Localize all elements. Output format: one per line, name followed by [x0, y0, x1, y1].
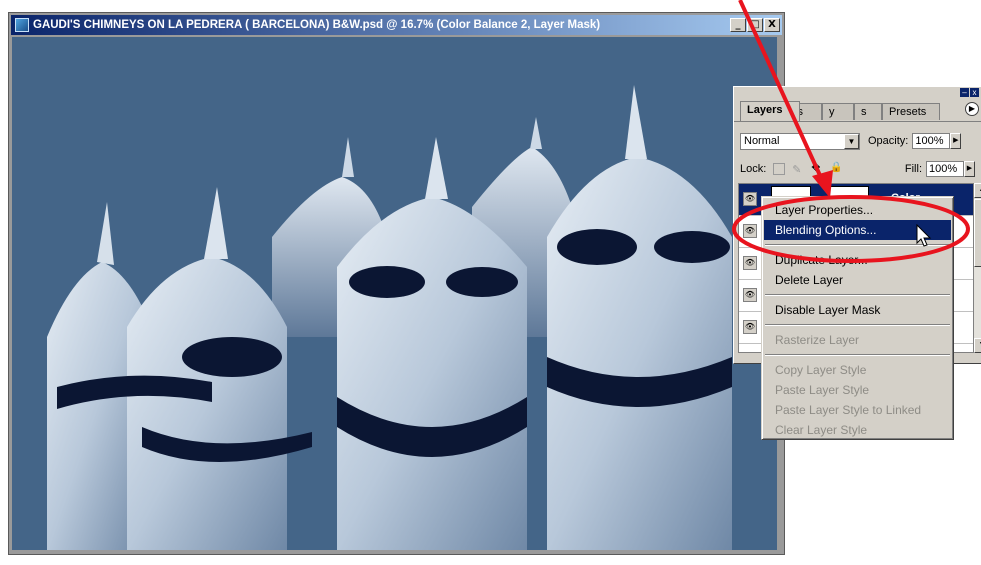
blend-mode-value: Normal	[744, 135, 780, 147]
menu-separator	[765, 324, 950, 326]
menu-item-disable-layer-mask[interactable]: Disable Layer Mask	[764, 300, 951, 320]
eye-icon[interactable]: 👁	[743, 320, 757, 334]
arrow-cursor-icon	[916, 224, 932, 247]
move-icon[interactable]: ✥	[811, 163, 823, 175]
fill-input[interactable]: 100%	[926, 161, 964, 177]
document-window[interactable]: GAUDI'S CHIMNEYS ON LA PEDRERA ( BARCELO…	[8, 12, 785, 555]
menu-item-layer-properties[interactable]: Layer Properties...	[764, 200, 951, 220]
chimneys-photo	[12, 37, 777, 550]
eye-icon[interactable]: 👁	[743, 288, 757, 302]
fill-arrow-icon[interactable]: ▶	[964, 161, 975, 177]
minimize-icon[interactable]: _	[730, 18, 746, 32]
chevron-down-icon[interactable]: ▼	[844, 133, 859, 149]
opacity-arrow-icon[interactable]: ▶	[950, 133, 962, 149]
palette-close-icon[interactable]: x	[970, 88, 979, 97]
tab-actions[interactable]: s	[854, 103, 882, 120]
lock-brush-icon[interactable]: ✎	[792, 163, 804, 176]
menu-separator	[765, 354, 950, 356]
menu-separator	[765, 294, 950, 296]
menu-item-clear-layer-style: Clear Layer Style	[775, 423, 868, 437]
palette-tabs: Layers els y s Presets ▶	[734, 99, 981, 122]
maximize-icon[interactable]: □	[747, 18, 763, 32]
layers-scrollbar[interactable]: ▲ ▼	[973, 183, 981, 353]
tab-history[interactable]: y	[822, 103, 854, 120]
eye-icon[interactable]: 👁	[743, 256, 757, 270]
tab-presets[interactable]: Presets	[882, 103, 940, 120]
lock-icon[interactable]: 🔒	[830, 163, 842, 175]
lock-label: Lock:	[740, 163, 767, 175]
tab-layers[interactable]: Layers	[740, 101, 800, 121]
menu-item-copy-layer-style: Copy Layer Style	[775, 363, 867, 377]
close-icon[interactable]: X	[764, 18, 780, 32]
scroll-down-icon[interactable]: ▼	[974, 338, 981, 353]
menu-item-paste-layer-style-to-linked: Paste Layer Style to Linked	[775, 403, 922, 417]
document-title: GAUDI'S CHIMNEYS ON LA PEDRERA ( BARCELO…	[33, 19, 601, 31]
menu-item-rasterize-layer: Rasterize Layer	[775, 333, 860, 347]
opacity-input[interactable]: 100%	[912, 133, 951, 149]
fill-label: Fill:	[904, 163, 922, 175]
eye-icon[interactable]: 👁	[743, 192, 757, 206]
lock-transparency-icon[interactable]	[773, 163, 786, 175]
palette-menu-icon[interactable]: ▶	[965, 102, 979, 116]
palette-minimize-icon[interactable]: –	[960, 88, 969, 97]
blend-mode-select[interactable]: Normal ▼	[740, 132, 860, 150]
eye-icon[interactable]: 👁	[743, 224, 757, 238]
document-title-bar[interactable]: GAUDI'S CHIMNEYS ON LA PEDRERA ( BARCELO…	[11, 15, 782, 35]
opacity-label: Opacity:	[868, 135, 909, 147]
menu-item-delete-layer[interactable]: Delete Layer	[764, 270, 951, 290]
menu-item-paste-layer-style: Paste Layer Style	[775, 383, 870, 397]
scroll-thumb[interactable]	[974, 199, 981, 267]
image-canvas[interactable]	[12, 37, 777, 550]
document-icon	[15, 18, 29, 32]
scroll-up-icon[interactable]: ▲	[974, 183, 981, 198]
menu-item-duplicate-layer[interactable]: Duplicate Layer...	[764, 250, 951, 270]
